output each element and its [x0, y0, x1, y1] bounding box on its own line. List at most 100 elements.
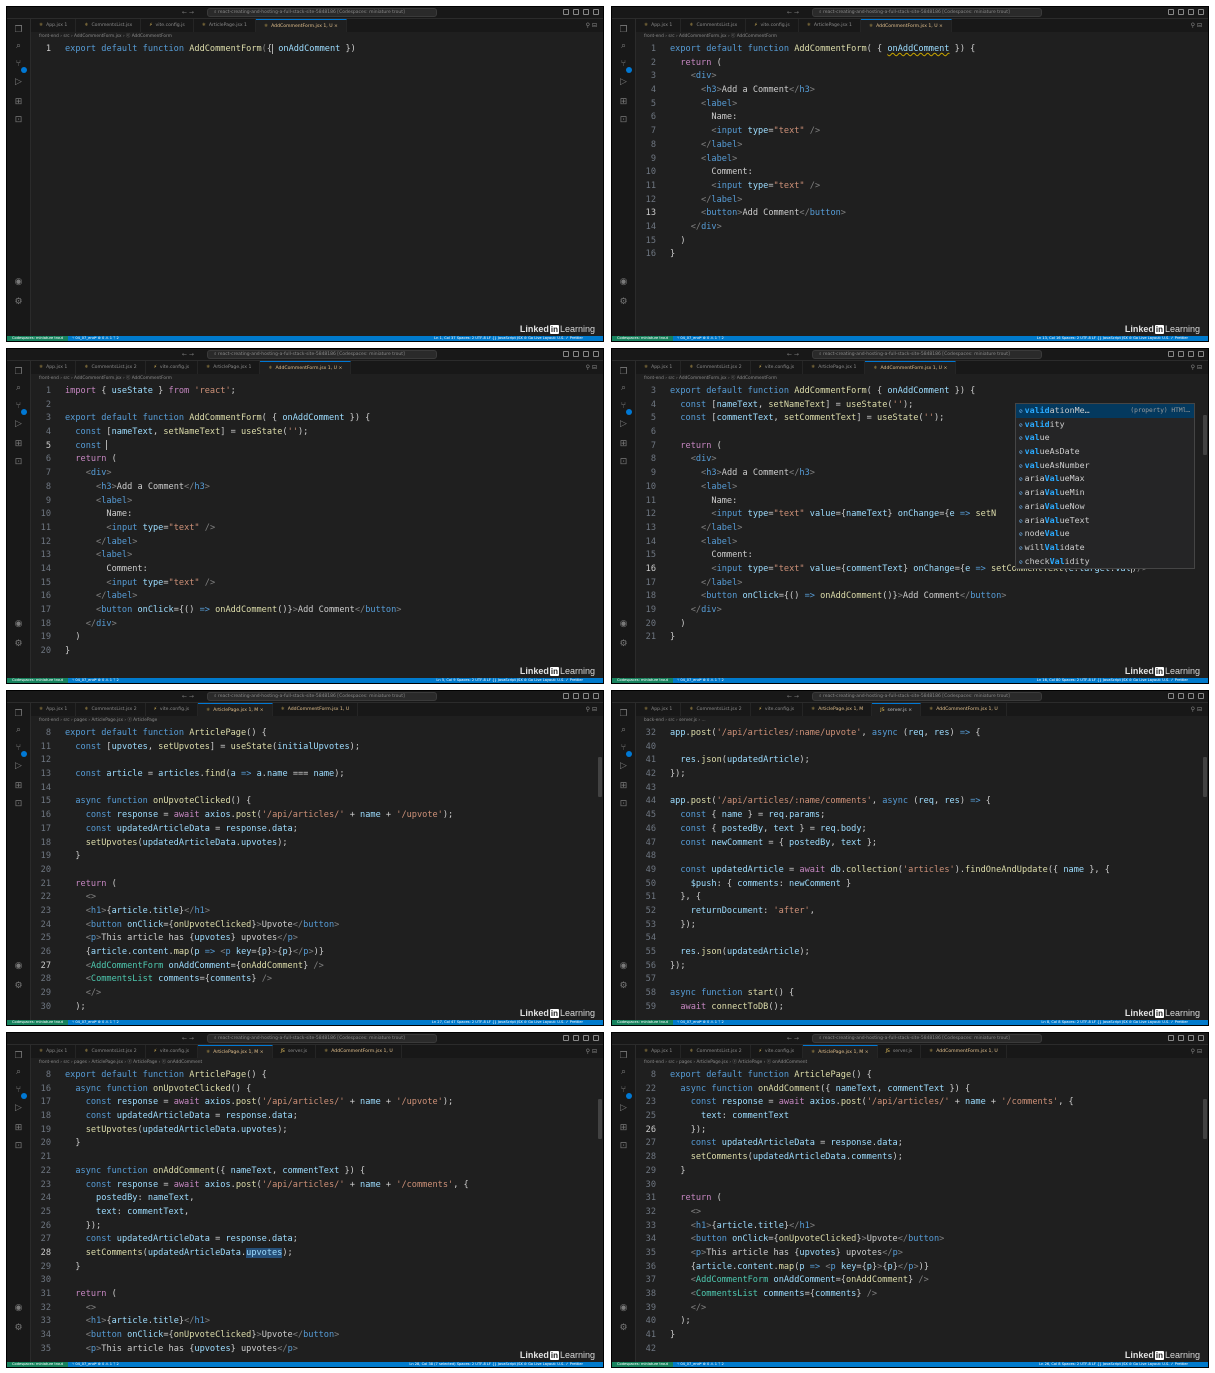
nav-arrows-icon[interactable]: ← → — [787, 1034, 799, 1043]
editor-tab[interactable]: ⚡ vite.config.js — [751, 1045, 804, 1058]
layout-toggle-icon[interactable] — [1178, 351, 1184, 357]
suggestion-item[interactable]: ⊘ validity — [1016, 418, 1194, 432]
layout-controls[interactable] — [1168, 1035, 1204, 1041]
command-center-search[interactable]: ⌕ react-creating-and-hosting-a-full-stac… — [812, 350, 1042, 359]
nav-arrows-icon[interactable]: ← → — [182, 1034, 194, 1043]
layout-toggle-icon[interactable] — [583, 1035, 589, 1041]
code-line[interactable]: 9 <label> — [636, 153, 1202, 167]
status-right-items[interactable]: Ln 13, Col 16 Spaces: 2 UTF-8 LF {} Java… — [1037, 336, 1188, 341]
code-line[interactable]: 19 setUpvotes(updatedArticleData.upvotes… — [31, 1124, 597, 1138]
nav-arrows-icon[interactable]: ← → — [182, 8, 194, 17]
extensions-icon[interactable]: ⊞ — [13, 439, 24, 450]
code-line[interactable]: 27 const updatedArticleData = response.d… — [636, 1137, 1202, 1151]
suggestion-item[interactable]: ⊘ checkValidity — [1016, 555, 1194, 569]
code-line[interactable]: 51 }, { — [636, 891, 1202, 905]
code-line[interactable]: 4 <h3>Add a Comment</h3> — [636, 84, 1202, 98]
code-editor[interactable]: 8 export default function ArticlePage() {… — [636, 1069, 1202, 1362]
layout-toggle-icon[interactable] — [583, 693, 589, 699]
split-editor-icon[interactable]: ⚲ ⊟ — [1191, 22, 1202, 29]
editor-tab[interactable]: ⚛ App.jsx 1 — [31, 703, 77, 716]
vertical-scrollbar[interactable] — [597, 385, 603, 678]
editor-tab[interactable]: ⚛ CommentsList.jsx 2 — [681, 1045, 751, 1058]
code-line[interactable]: 58 async function start() { — [636, 987, 1202, 1001]
extensions-icon[interactable]: ⊞ — [618, 439, 629, 450]
code-line[interactable]: 17 const updatedArticleData = response.d… — [31, 823, 597, 837]
code-line[interactable]: 46 const { postedBy, text } = req.body; — [636, 823, 1202, 837]
code-line[interactable]: 20} — [31, 645, 597, 659]
code-line[interactable]: 25 text: commentText — [636, 1110, 1202, 1124]
code-line[interactable]: 16} — [636, 248, 1202, 262]
vertical-scrollbar[interactable] — [1202, 385, 1208, 678]
code-line[interactable]: 19 </div> — [636, 604, 1202, 618]
code-line[interactable]: 40 — [636, 741, 1202, 755]
editor-tab[interactable]: ⚛ CommentsList.jsx 2 — [76, 703, 146, 716]
suggestion-item[interactable]: ⊘ valueAsNumber — [1016, 459, 1194, 473]
settings-icon[interactable]: ⚙ — [13, 1323, 24, 1334]
suggestion-item[interactable]: ⊘ ariaValueNow — [1016, 500, 1194, 514]
breadcrumb[interactable]: front-end › src › AddCommentForm.jsx › ⓔ… — [31, 374, 603, 383]
layout-toggle-icon[interactable] — [593, 1035, 599, 1041]
breadcrumb[interactable]: back-end › src › server.js › ... — [636, 716, 1208, 725]
suggestion-item[interactable]: ⊘ validationMe… (property) HTMl… — [1016, 404, 1194, 418]
editor-tab[interactable]: ⚛ ArticlePage.jsx 1 — [803, 361, 866, 374]
remote-explorer-icon[interactable]: ⊡ — [13, 1141, 24, 1152]
code-line[interactable]: 19 } — [31, 850, 597, 864]
editor-tab[interactable]: ⚛ ArticlePage.jsx 1, M — [803, 703, 873, 716]
layout-controls[interactable] — [563, 693, 599, 699]
code-line[interactable]: 18 </div> — [31, 618, 597, 632]
breadcrumb[interactable]: front-end › src › AddCommentForm.jsx › ⓔ… — [636, 374, 1208, 383]
code-line[interactable]: 59 await connectToDB(); — [636, 1001, 1202, 1015]
code-line[interactable]: 40 ); — [636, 1315, 1202, 1329]
remote-indicator[interactable]: Codespaces: miniature trout — [7, 336, 69, 341]
editor-tab[interactable]: ⚛ AddCommentForm.jsx 1, U — [273, 703, 359, 716]
editor-tab[interactable]: ⚡ vite.config.js — [141, 19, 194, 32]
code-line[interactable]: 2 return ( — [636, 57, 1202, 71]
settings-icon[interactable]: ⚙ — [13, 297, 24, 308]
code-line[interactable]: 12 </label> — [636, 194, 1202, 208]
code-line[interactable]: 9 <label> — [31, 495, 597, 509]
layout-toggle-icon[interactable] — [1178, 693, 1184, 699]
editor-tab[interactable]: ⚛ AddCommentForm.jsx 1, U — [921, 703, 1007, 716]
code-line[interactable]: 11 <input type="text" /> — [636, 180, 1202, 194]
code-line[interactable]: 33 <h1>{article.title}</h1> — [31, 1315, 597, 1329]
code-line[interactable]: 14 </div> — [636, 221, 1202, 235]
layout-controls[interactable] — [563, 351, 599, 357]
editor-tab[interactable]: ⚡ vite.config.js — [751, 703, 804, 716]
code-line[interactable]: 13 const article = articles.find(a => a.… — [31, 768, 597, 782]
suggestion-item[interactable]: ⊘ willValidate — [1016, 541, 1194, 555]
editor-tab[interactable]: ⚛ AddCommentForm.jsx 1, U × — [260, 361, 352, 374]
suggestion-item[interactable]: ⊘ valueAsDate — [1016, 445, 1194, 459]
layout-toggle-icon[interactable] — [583, 351, 589, 357]
code-line[interactable]: 56}); — [636, 960, 1202, 974]
layout-toggle-icon[interactable] — [1178, 1035, 1184, 1041]
code-line[interactable]: 57 — [636, 973, 1202, 987]
editor-tab[interactable]: ⚛ App.jsx 1 — [636, 703, 682, 716]
code-line[interactable]: 23 const response = await axios.post('/a… — [636, 1096, 1202, 1110]
scrollbar-thumb[interactable] — [1203, 415, 1207, 455]
status-right-items[interactable]: Ln 8, Col 8 Spaces: 2 UTF-8 LF {} JavaSc… — [1041, 1020, 1188, 1025]
git-branch[interactable]: ⑂ 04_07_end* ⊗ 0 ⚠ 1 ᛘ 2 — [677, 336, 724, 340]
accounts-icon[interactable]: ◉ — [618, 277, 629, 288]
status-right-items[interactable]: Ln 27, Col 47 Spaces: 2 UTF-8 LF {} Java… — [432, 1020, 583, 1025]
layout-toggle-icon[interactable] — [1168, 351, 1174, 357]
layout-toggle-icon[interactable] — [583, 9, 589, 15]
code-line[interactable]: 35 <p>This article has {upvotes} upvotes… — [636, 1247, 1202, 1261]
code-line[interactable]: 24 <button onClick={onUpvoteClicked}>Upv… — [31, 919, 597, 933]
code-line[interactable]: 29 } — [636, 1165, 1202, 1179]
search-icon[interactable]: ⌕ — [13, 1067, 24, 1078]
code-line[interactable]: 12 — [31, 754, 597, 768]
explorer-icon[interactable]: ❐ — [618, 367, 629, 378]
layout-toggle-icon[interactable] — [563, 693, 569, 699]
remote-explorer-icon[interactable]: ⊡ — [618, 1141, 629, 1152]
code-line[interactable]: 44 app.post('/api/articles/:name/comments… — [636, 795, 1202, 809]
code-line[interactable]: 8 </label> — [636, 139, 1202, 153]
remote-indicator[interactable]: Codespaces: miniature trout — [7, 1020, 69, 1025]
code-line[interactable]: 42}); — [636, 768, 1202, 782]
code-line[interactable]: 45 const { name } = req.params; — [636, 809, 1202, 823]
code-line[interactable]: 3 <div> — [636, 70, 1202, 84]
editor-tab[interactable]: JS server.js × — [872, 703, 922, 716]
code-line[interactable]: 15 <input type="text" /> — [31, 577, 597, 591]
scrollbar-thumb[interactable] — [598, 757, 602, 797]
accounts-icon[interactable]: ◉ — [13, 1303, 24, 1314]
code-line[interactable]: 41 res.json(updatedArticle); — [636, 754, 1202, 768]
